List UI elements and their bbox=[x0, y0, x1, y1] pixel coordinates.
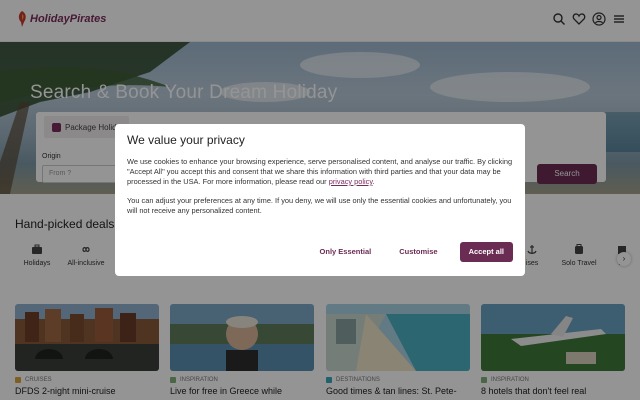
cookie-consent-dialog: We value your privacy We use cookies to … bbox=[115, 124, 525, 276]
dialog-body: We use cookies to enhance your browsing … bbox=[127, 157, 513, 187]
privacy-policy-link[interactable]: privacy policy bbox=[329, 177, 373, 186]
customise-button[interactable]: Customise bbox=[385, 242, 451, 262]
only-essential-button[interactable]: Only Essential bbox=[306, 242, 386, 262]
dialog-actions: Only Essential Customise Accept all bbox=[306, 242, 513, 262]
accept-all-button[interactable]: Accept all bbox=[459, 242, 513, 262]
dialog-title: We value your privacy bbox=[127, 133, 245, 147]
dialog-secondary-text: You can adjust your preferences at any t… bbox=[127, 196, 512, 215]
consent-text: We use cookies to enhance your browsing … bbox=[127, 157, 513, 186]
consent-text-end: . bbox=[372, 177, 375, 186]
